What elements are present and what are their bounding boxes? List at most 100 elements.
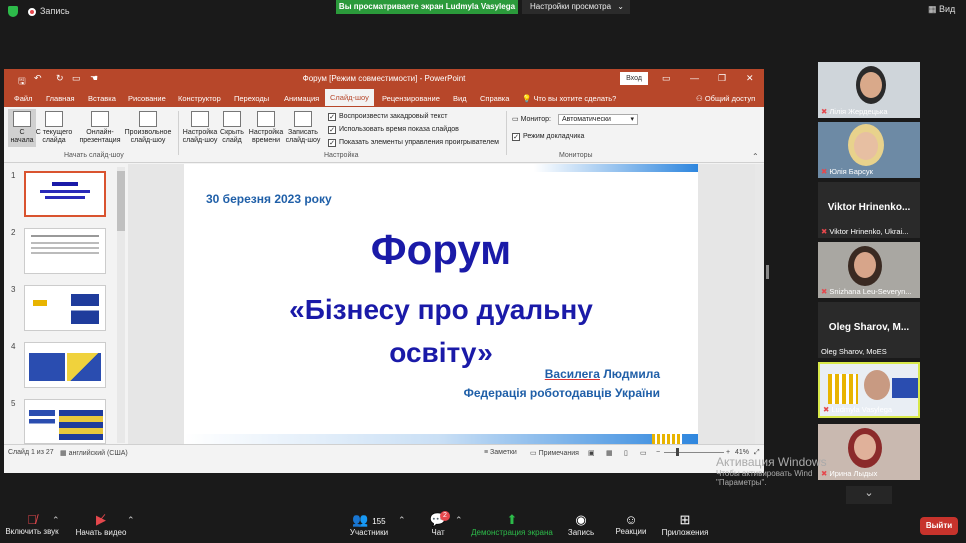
tab-draw[interactable]: Рисование <box>128 94 166 103</box>
thumb-stacked-chart <box>59 410 103 440</box>
ribbon-display-icon[interactable]: ▭ <box>662 73 671 84</box>
login-button[interactable]: Вход <box>620 72 648 85</box>
participant-face <box>854 132 878 160</box>
hide-slide-button[interactable]: Скрыть слайд <box>218 111 246 145</box>
participant-face <box>860 72 882 98</box>
leave-meeting-button[interactable]: Выйти <box>920 517 958 535</box>
speaker-name: Людмила <box>603 367 660 381</box>
tab-review[interactable]: Рецензирование <box>382 94 440 103</box>
rehearse-line1: Настройка <box>248 129 284 136</box>
checkbox-timings[interactable]: ✓ Использовать время показа слайдов <box>328 126 459 134</box>
apps-button[interactable]: ⊞ Приложения <box>658 512 712 537</box>
tab-help[interactable]: Справка <box>480 94 509 103</box>
participant-name: ✖ Snizhana Leu-Severyn... <box>821 287 912 296</box>
minimize-icon[interactable]: — <box>690 73 699 83</box>
thumb-number: 4 <box>11 342 16 351</box>
encryption-shield-icon[interactable] <box>8 6 18 17</box>
from-beginning-button[interactable]: С начала <box>8 109 36 147</box>
rehearse-timings-button[interactable]: Настройка времени <box>248 111 284 145</box>
activation-line1: Чтобы активировать Wind <box>716 469 813 478</box>
notes-label: Заметки <box>490 449 517 456</box>
record-slideshow-button[interactable]: Записать слайд-шоу <box>284 111 322 145</box>
share-button[interactable]: ⚇ Общий доступ <box>696 94 755 103</box>
maximize-icon[interactable]: ❐ <box>718 73 726 84</box>
normal-view-icon[interactable]: ▣ <box>588 449 595 457</box>
checkbox-media-controls[interactable]: ✓ Показать элементы управления проигрыват… <box>328 139 499 147</box>
participant-name-text: Лілія Жердецька <box>829 107 888 116</box>
slide-thumbnail-5[interactable] <box>24 399 106 444</box>
checkbox-presenter-view[interactable]: ✓ Режим докладчика <box>512 133 584 141</box>
setup-slideshow-button[interactable]: Настройка слайд-шоу <box>182 111 218 145</box>
slide-date: 30 березня 2023 року <box>206 192 332 206</box>
tab-slideshow[interactable]: Слайд-шоу <box>325 89 374 106</box>
slide-thumbnail-4[interactable] <box>24 342 106 388</box>
tab-animations[interactable]: Анимация <box>284 94 319 103</box>
participant-tile[interactable]: ✖ Ирина Лыдых <box>818 424 920 480</box>
participants-label: Участники <box>349 528 389 537</box>
slideshow-current-icon <box>45 111 63 127</box>
slide-scrollbar[interactable] <box>755 164 764 444</box>
tab-design[interactable]: Конструктор <box>178 94 221 103</box>
close-icon[interactable]: ✕ <box>746 73 754 84</box>
video-options-chevron-icon[interactable]: ⌃ <box>127 515 135 526</box>
tab-transitions[interactable]: Переходы <box>234 94 269 103</box>
custom-slideshow-button[interactable]: Произвольное слайд-шоу <box>122 111 174 145</box>
reactions-button[interactable]: ☺ Реакции <box>612 512 650 536</box>
slide-thumbnail-2[interactable] <box>24 228 106 274</box>
reading-view-icon[interactable]: ▯ <box>624 449 628 457</box>
thumbnail-scrollbar[interactable] <box>117 167 125 443</box>
chat-label: Чат <box>431 528 445 537</box>
slide-thumbnail-1[interactable] <box>24 171 106 217</box>
slide-sorter-icon[interactable]: ▦ <box>606 449 613 457</box>
participant-tile[interactable]: ✖ Юлія Барсук <box>818 122 920 178</box>
tell-me-search[interactable]: 💡 Что вы хотите сделать? <box>522 94 616 103</box>
notes-button[interactable]: ≡ Заметки <box>484 449 517 456</box>
participants-button[interactable]: 👥 155 Участники <box>344 512 394 537</box>
participant-tile-active-speaker[interactable]: ✖ Ludmyla Vasylega <box>818 362 920 418</box>
thumb-number: 1 <box>11 171 16 180</box>
splitter-handle[interactable] <box>766 265 769 279</box>
checkbox-checked-icon: ✓ <box>328 139 336 147</box>
share-screen-button[interactable]: ⬆ Демонстрация экрана <box>470 512 554 537</box>
slideshow-view-icon[interactable]: ▭ <box>640 449 647 457</box>
participant-tile[interactable]: Oleg Sharov, M... Oleg Sharov, MoES <box>818 302 920 358</box>
ribbon-separator <box>178 111 179 155</box>
comments-button[interactable]: ▭ Примечания <box>530 449 579 457</box>
chevron-down-icon: ⌄ <box>617 2 624 11</box>
online-presentation-button[interactable]: Онлайн- презентация <box>76 111 124 145</box>
participant-tile[interactable]: ✖ Snizhana Leu-Severyn... <box>818 242 920 298</box>
view-button[interactable]: ▦ Вид <box>928 4 955 15</box>
participant-name-text: Юлія Барсук <box>829 167 873 176</box>
online-present-icon <box>91 111 109 127</box>
tab-view[interactable]: Вид <box>453 94 467 103</box>
thumb-text-line <box>31 252 99 254</box>
slide-thumbnail-3[interactable] <box>24 285 106 331</box>
slide[interactable]: 30 березня 2023 року Форум «Бізнесу про … <box>184 164 698 444</box>
collapse-ribbon-icon[interactable]: ⌃ <box>752 152 759 161</box>
monitor-select[interactable]: Автоматически ▾ <box>558 114 638 125</box>
chat-chevron-icon[interactable]: ⌃ <box>455 515 463 526</box>
tab-home[interactable]: Главная <box>46 94 75 103</box>
scrollbar-thumb[interactable] <box>117 171 125 231</box>
zoom-slider-thumb[interactable] <box>676 448 679 456</box>
thumb-title-bar <box>52 182 78 186</box>
zoom-slider[interactable] <box>664 452 724 453</box>
custom-line2: слайд-шоу <box>130 137 166 144</box>
hide-line1: Скрыть <box>220 129 244 136</box>
start-video-button[interactable]: ▶̸ Начать видео <box>72 512 130 537</box>
participants-chevron-icon[interactable]: ⌃ <box>398 515 406 526</box>
participant-tile[interactable]: Viktor Hrinenko... ✖ Viktor Hrinenko, Uk… <box>818 182 920 238</box>
language-indicator[interactable]: ▦ английский (США) <box>60 449 128 457</box>
gallery-scroll-down-button[interactable]: ⌄ <box>846 486 892 504</box>
checkbox-narration[interactable]: ✓ Воспроизвести закадровый текст <box>328 113 447 121</box>
slide-subtitle-line2: освіту» <box>389 337 493 368</box>
slide-organization: Федерація роботодавців України <box>463 386 660 400</box>
tab-file[interactable]: Файл <box>14 94 32 103</box>
record-button[interactable]: ◉ Запись <box>564 512 598 537</box>
audio-options-chevron-icon[interactable]: ⌃ <box>52 515 60 526</box>
zoom-out-icon[interactable]: − <box>656 449 660 456</box>
view-options-button[interactable]: Настройки просмотра ⌄ <box>522 0 630 14</box>
participant-tile[interactable]: ✖ Лілія Жердецька <box>818 62 920 118</box>
tab-insert[interactable]: Вставка <box>88 94 116 103</box>
from-current-button[interactable]: С текущего слайда <box>34 111 74 145</box>
